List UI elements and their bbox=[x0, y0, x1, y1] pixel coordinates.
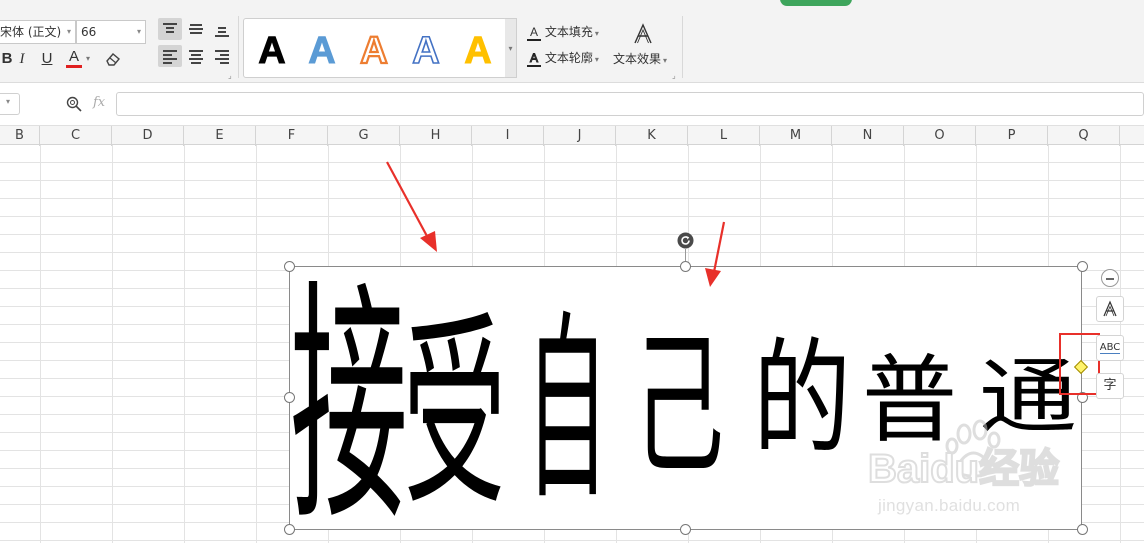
svg-text:A: A bbox=[308, 30, 335, 69]
menu-bar bbox=[0, 0, 1144, 8]
rotate-handle-icon[interactable] bbox=[677, 232, 694, 249]
wordart-style-orange-outline[interactable]: A bbox=[354, 27, 394, 69]
dialog-launcher-icon[interactable]: ⌟ bbox=[672, 71, 676, 80]
column-header[interactable]: J bbox=[544, 126, 616, 146]
text-direction-side-button[interactable]: 字 bbox=[1096, 373, 1124, 399]
font-name-value: 宋体 (正文) bbox=[0, 25, 62, 39]
font-name-select[interactable]: 宋体 (正文) ▾ bbox=[0, 20, 76, 44]
column-header[interactable]: Q bbox=[1048, 126, 1120, 146]
column-header[interactable]: M bbox=[760, 126, 832, 146]
abc-label: ABC bbox=[1099, 342, 1121, 354]
ribbon-separator bbox=[682, 16, 683, 78]
wordart-char: 自 bbox=[526, 295, 608, 528]
resize-handle-bottom[interactable] bbox=[680, 524, 691, 535]
italic-button[interactable]: I bbox=[14, 48, 30, 70]
chevron-down-icon: ▾ bbox=[594, 55, 599, 64]
wordart-style-gold[interactable]: A bbox=[458, 27, 498, 70]
wordart-char: 的 bbox=[753, 327, 851, 472]
svg-text:A: A bbox=[412, 30, 439, 69]
collapse-toolbar-button[interactable] bbox=[1101, 269, 1119, 287]
align-center-button[interactable] bbox=[184, 45, 208, 67]
chevron-down-icon: ▾ bbox=[66, 27, 71, 36]
wordart-style-blue-outline[interactable]: A bbox=[406, 27, 446, 69]
font-size-select[interactable]: 66 ▾ bbox=[76, 20, 146, 44]
font-color-button[interactable]: A bbox=[66, 48, 82, 68]
watermark-brand: Baidu经验 bbox=[868, 447, 1059, 491]
text-outline-label: 文本轮廓 bbox=[544, 51, 593, 65]
text-fill-label: 文本填充 bbox=[544, 25, 593, 39]
active-tab-pill[interactable] bbox=[780, 0, 852, 6]
chevron-down-icon: ▾ bbox=[663, 56, 668, 65]
text-effects-button[interactable]: 文本效果 ▾ bbox=[613, 22, 671, 72]
text-effects-icon bbox=[1103, 300, 1117, 317]
annotation-highlight-box bbox=[1059, 333, 1100, 395]
char-label: 字 bbox=[1103, 378, 1117, 393]
column-header[interactable]: P bbox=[976, 126, 1048, 146]
align-right-button[interactable] bbox=[210, 45, 234, 67]
align-left-button[interactable] bbox=[158, 45, 182, 67]
underline-button[interactable]: U bbox=[38, 48, 56, 70]
dialog-launcher-icon[interactable]: ⌟ bbox=[228, 71, 232, 80]
baidu-watermark: Baidu经验 jingyan.baidu.com bbox=[867, 418, 1138, 528]
svg-text:A: A bbox=[360, 30, 387, 69]
svg-text:A: A bbox=[464, 30, 491, 69]
align-top-button[interactable] bbox=[158, 18, 182, 40]
resize-handle-top[interactable] bbox=[680, 261, 691, 272]
gallery-more-button[interactable]: ▾ bbox=[505, 18, 517, 78]
rotate-connector bbox=[685, 249, 686, 261]
baidu-paw-logo: Baidu经验 bbox=[867, 419, 1060, 492]
text-outline-icon: A bbox=[527, 51, 541, 67]
column-header[interactable]: I bbox=[472, 126, 544, 146]
resize-handle-top-left[interactable] bbox=[284, 261, 295, 272]
column-header[interactable]: B bbox=[0, 126, 40, 146]
column-header[interactable]: E bbox=[184, 126, 256, 146]
zoom-formula-icon[interactable] bbox=[66, 96, 82, 112]
watermark-url: jingyan.baidu.com bbox=[878, 496, 1021, 515]
wordart-style-side-button[interactable] bbox=[1096, 296, 1124, 322]
ribbon: 宋体 (正文) ▾ 66 ▾ B I U A ▾ ⌟ A A A A A ▾ A… bbox=[0, 8, 1144, 83]
text-outline-button[interactable]: A 文本轮廓 ▾ bbox=[527, 49, 599, 67]
text-effects-label: 文本效果 bbox=[613, 52, 662, 66]
font-size-value: 66 bbox=[81, 25, 97, 39]
column-header[interactable]: O bbox=[904, 126, 976, 146]
resize-handle-top-right[interactable] bbox=[1077, 261, 1088, 272]
column-header[interactable]: L bbox=[688, 126, 760, 146]
insert-function-button[interactable]: fx bbox=[93, 95, 105, 110]
wordart-style-black[interactable]: A bbox=[252, 27, 292, 70]
formula-input[interactable] bbox=[116, 92, 1144, 116]
chevron-down-icon: ▾ bbox=[6, 97, 11, 106]
resize-handle-bottom-left[interactable] bbox=[284, 524, 295, 535]
wordart-char: 受 bbox=[403, 295, 506, 531]
chevron-down-icon[interactable]: ▾ bbox=[84, 48, 92, 70]
wordart-style-blue[interactable]: A bbox=[302, 27, 342, 70]
chevron-down-icon: ▾ bbox=[594, 29, 599, 38]
formula-bar: ▾ fx bbox=[0, 83, 1144, 125]
name-box[interactable]: ▾ bbox=[0, 93, 20, 115]
column-header[interactable]: C bbox=[40, 126, 112, 146]
text-effects-icon bbox=[634, 23, 652, 44]
column-header[interactable]: K bbox=[616, 126, 688, 146]
column-header[interactable]: H bbox=[400, 126, 472, 146]
column-header[interactable]: F bbox=[256, 126, 328, 146]
eraser-icon[interactable] bbox=[104, 51, 122, 67]
text-warp-side-button[interactable]: ABC bbox=[1096, 335, 1124, 361]
resize-handle-left[interactable] bbox=[284, 392, 295, 403]
column-header[interactable]: D bbox=[112, 126, 184, 146]
svg-text:A: A bbox=[258, 30, 285, 69]
wordart-char: 接 bbox=[290, 267, 408, 531]
column-header-row: B C D E F G H I J K L M N O P Q bbox=[0, 125, 1144, 146]
chevron-down-icon: ▾ bbox=[136, 27, 141, 36]
column-header[interactable]: N bbox=[832, 126, 904, 146]
wordart-char: 己 bbox=[634, 315, 724, 496]
ribbon-separator bbox=[238, 16, 239, 78]
column-header[interactable]: G bbox=[328, 126, 400, 146]
align-middle-button[interactable] bbox=[184, 18, 208, 40]
text-fill-icon: A bbox=[527, 26, 541, 41]
align-bottom-button[interactable] bbox=[210, 18, 234, 40]
wordart-style-gallery[interactable]: A A A A A bbox=[243, 18, 507, 78]
text-fill-button[interactable]: A 文本填充 ▾ bbox=[527, 23, 599, 41]
bold-button[interactable]: B bbox=[0, 48, 14, 70]
